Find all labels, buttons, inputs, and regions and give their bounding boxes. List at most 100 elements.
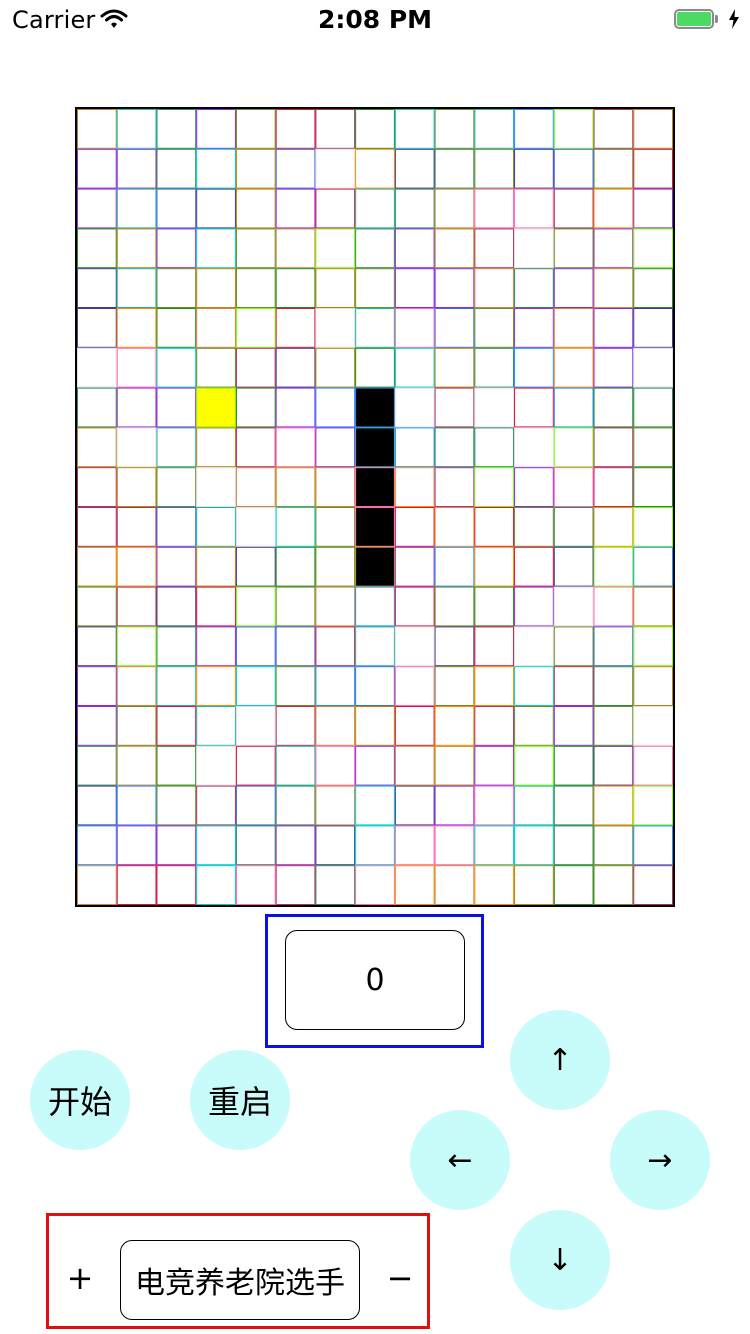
start-button[interactable]: 开始 (30, 1050, 130, 1150)
charging-bolt-icon (728, 8, 740, 30)
grid-cell (394, 745, 435, 786)
grid-cell (394, 268, 435, 308)
grid-cell (156, 706, 197, 746)
grid-cell (553, 546, 594, 587)
grid-cell (116, 507, 157, 547)
grid-cell (355, 745, 395, 786)
restart-button[interactable]: 重启 (190, 1050, 290, 1150)
grid-cell (514, 666, 554, 707)
grid-cell (553, 188, 594, 229)
grid-cell (593, 109, 634, 149)
grid-cell (514, 467, 554, 508)
grid-cell (394, 308, 435, 348)
grid-cell (394, 865, 435, 905)
grid-cell (355, 109, 395, 149)
grid-cell (514, 626, 554, 667)
grid-cell (434, 387, 475, 428)
grid-cell (593, 666, 634, 707)
grid-cell (633, 626, 673, 667)
right-button[interactable]: → (610, 1110, 710, 1210)
grid-cell (593, 188, 634, 229)
grid-cell (553, 467, 594, 508)
grid-cell (434, 427, 475, 468)
grid-cell (553, 148, 594, 189)
difficulty-decrease-button[interactable]: − (382, 1258, 418, 1298)
grid-cell (434, 825, 475, 866)
grid-cell (394, 188, 435, 229)
grid-cell (156, 745, 197, 786)
grid-cell (116, 666, 157, 707)
left-button[interactable]: ← (410, 1110, 510, 1210)
grid-cell (474, 865, 515, 905)
grid-cell (116, 785, 157, 826)
grid-cell (553, 586, 594, 627)
grid-cell (156, 546, 197, 587)
grid-cell (77, 387, 117, 428)
grid-cell (315, 666, 356, 707)
grid-cell (593, 427, 634, 468)
grid-cell (196, 347, 236, 388)
grid-cell (196, 427, 236, 468)
game-board (75, 107, 675, 907)
grid-cell (235, 347, 276, 388)
grid-cell (355, 228, 395, 269)
grid-cell (235, 706, 276, 746)
grid-cell (434, 785, 475, 826)
grid-cell (633, 785, 673, 826)
grid-cell (355, 666, 395, 707)
arrow-down-icon: ↓ (547, 1242, 573, 1278)
grid-cell (633, 268, 673, 308)
grid-cell (196, 785, 236, 826)
grid-cell (633, 347, 673, 388)
grid-cell (315, 626, 356, 667)
down-button[interactable]: ↓ (510, 1210, 610, 1310)
grid-cell (474, 626, 515, 667)
difficulty-increase-button[interactable]: + (62, 1258, 98, 1298)
grid-cell (156, 467, 197, 508)
grid-cell (474, 546, 515, 587)
grid-cell (77, 188, 117, 229)
grid-cell (394, 546, 435, 587)
grid-cell (315, 865, 356, 905)
grid-cell (474, 427, 515, 468)
grid-cell (196, 865, 236, 905)
grid-cell (434, 148, 475, 189)
grid-cell (77, 228, 117, 269)
grid-cell (315, 109, 356, 149)
grid-cell (355, 626, 395, 667)
grid-cell (275, 387, 316, 428)
grid-cell (77, 507, 117, 547)
grid-cell (235, 586, 276, 627)
grid-cell (633, 507, 673, 547)
grid-cell (514, 785, 554, 826)
grid-cell (434, 268, 475, 308)
grid-cell (633, 706, 673, 746)
grid-cell (196, 507, 236, 547)
grid-cell (235, 825, 276, 866)
grid-cell (77, 268, 117, 308)
grid-cell (633, 467, 673, 508)
grid-cell (116, 586, 157, 627)
grid-cell (394, 626, 435, 667)
up-button[interactable]: ↑ (510, 1010, 610, 1110)
grid-cell (474, 586, 515, 627)
grid-cell (196, 308, 236, 348)
grid-cell (116, 706, 157, 746)
grid-cell (474, 268, 515, 308)
grid-cell (474, 745, 515, 786)
grid-cell (116, 745, 157, 786)
grid-cell (593, 268, 634, 308)
grid-cell (77, 546, 117, 587)
grid-cell (77, 586, 117, 627)
grid-cell (633, 865, 673, 905)
grid-cell (355, 308, 395, 348)
snake-segment (355, 507, 395, 547)
grid-cell (434, 308, 475, 348)
grid-cell (474, 308, 515, 348)
grid-cell (514, 825, 554, 866)
grid-cell (474, 507, 515, 547)
grid-cell (434, 706, 475, 746)
grid-cell (235, 745, 276, 786)
grid-cell (275, 745, 316, 786)
arrow-left-icon: ← (447, 1142, 473, 1178)
